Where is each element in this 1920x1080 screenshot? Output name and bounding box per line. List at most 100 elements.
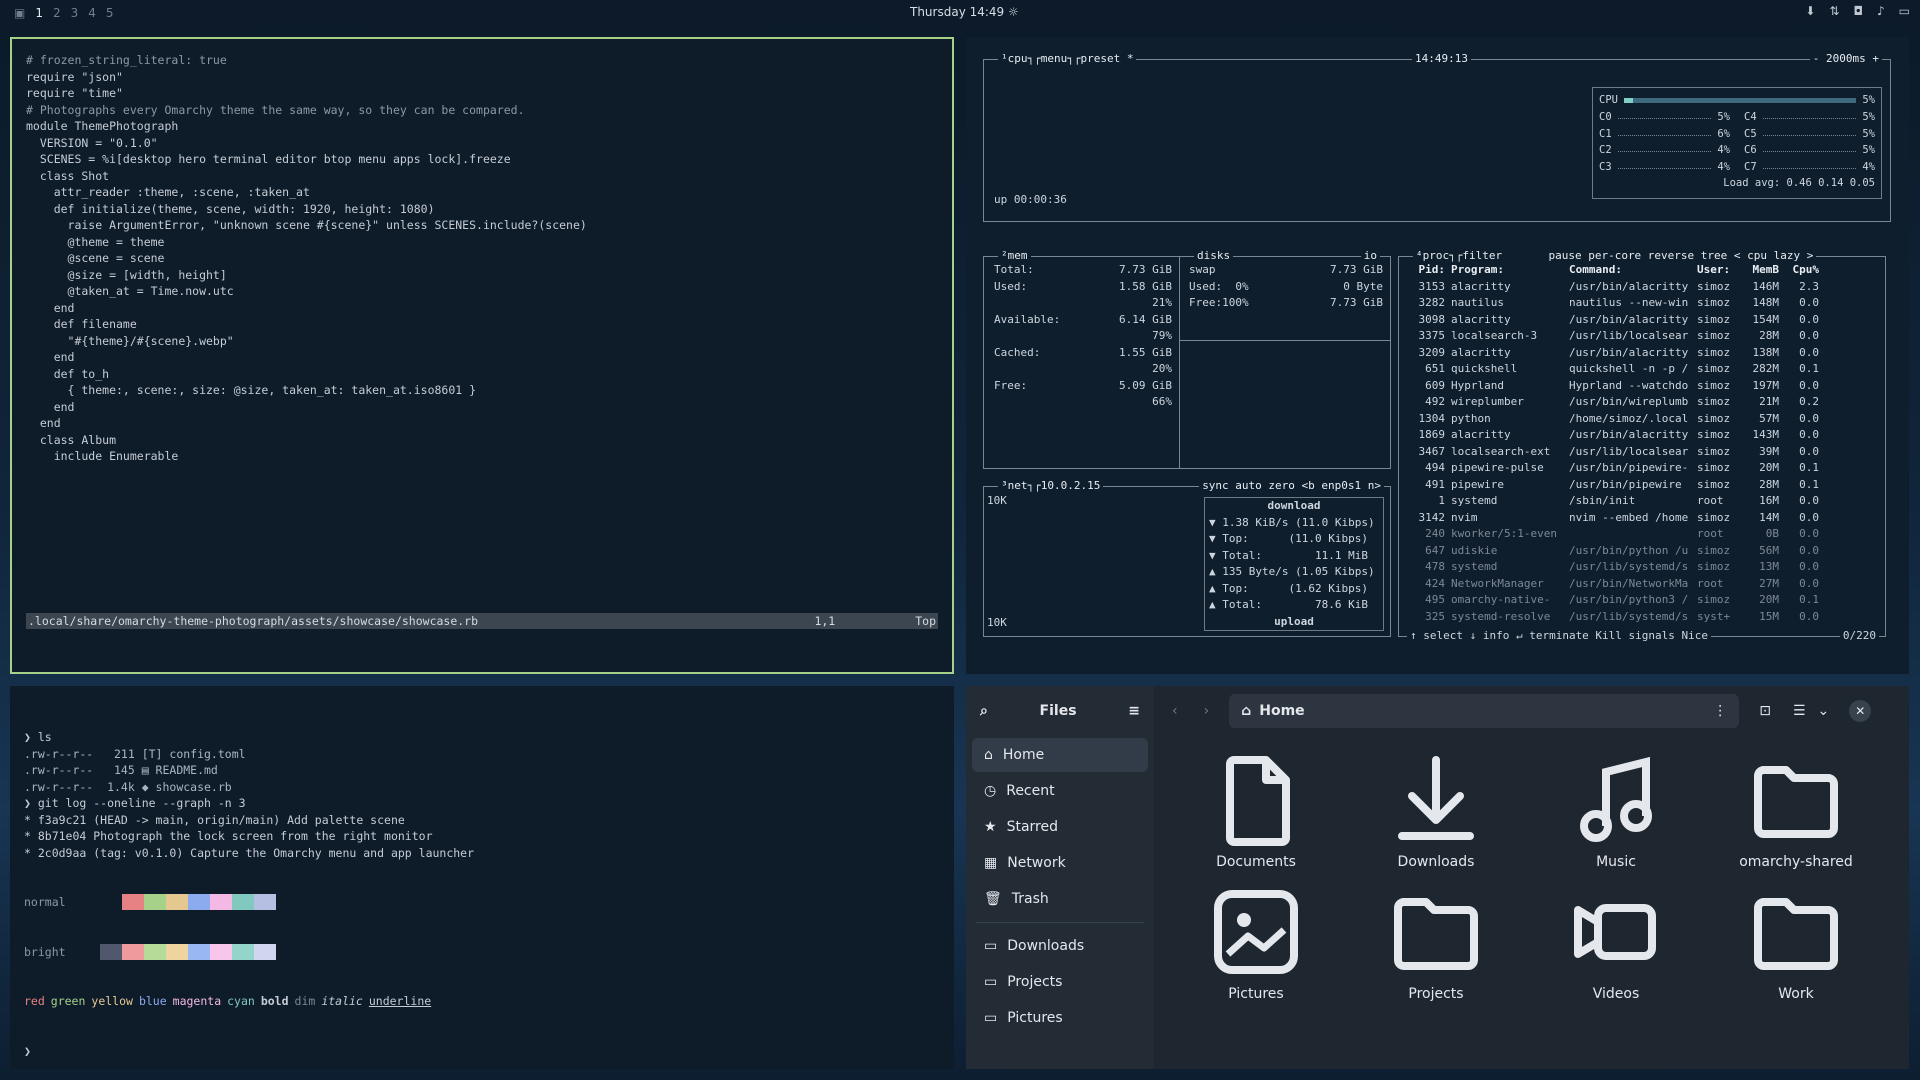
net-options[interactable]: sync auto zero <b enp0s1 n> bbox=[1199, 478, 1384, 495]
star-icon: ★ bbox=[984, 819, 997, 835]
clock[interactable]: Thursday 14:49 ☼ bbox=[910, 5, 1019, 19]
net-row: upload bbox=[1274, 614, 1314, 628]
file-item-label: Projects bbox=[1408, 986, 1464, 1002]
terminal-window[interactable]: ❯ ls .rw-r--r-- 211 [T] config.toml .rw-r-… bbox=[10, 686, 954, 1069]
core-usage: 6% bbox=[1717, 127, 1730, 140]
sidebar-item-trash[interactable]: 🗑 Trash bbox=[972, 882, 1148, 916]
file-item-videos[interactable]: Videos bbox=[1526, 882, 1706, 1002]
proc-cell: 28M bbox=[1759, 329, 1779, 342]
proc-row[interactable]: 609 Hyprland Hyprland --watchdo simoz 197M 0.… bbox=[1405, 378, 1875, 395]
palette-swatch bbox=[232, 894, 254, 910]
proc-col-header[interactable]: Cpu% bbox=[1779, 262, 1820, 279]
forward-icon[interactable]: › bbox=[1204, 703, 1210, 719]
sidebar-item-starred[interactable]: ★ Starred bbox=[972, 810, 1148, 844]
proc-row[interactable]: 1 systemd/sbin/init root 16M 0.0 bbox=[1405, 493, 1875, 510]
files-window[interactable]: ⌕ Files ≡ ⌂ Home ◷ Recent ★ Starred ▦ Network 🗑 T… bbox=[966, 686, 1909, 1069]
proc-cell bbox=[1563, 526, 1691, 543]
proc-row[interactable]: 3142 nvim nvim --embed /home simoz 14M 0.0 bbox=[1405, 510, 1875, 527]
file-item-pictures[interactable]: Pictures bbox=[1166, 882, 1346, 1002]
network-icon[interactable]: ⇅ bbox=[1829, 4, 1839, 18]
proc-row[interactable]: 1304 python/home/simoz/.local simoz 57M 0.0 bbox=[1405, 411, 1875, 428]
file-item-label: Work bbox=[1778, 986, 1814, 1002]
file-item-music[interactable]: Music bbox=[1526, 750, 1706, 870]
editor-window[interactable]: # frozen_string_literal: true require "js… bbox=[10, 37, 954, 674]
proc-row[interactable]: 3153 alacritty/usr/bin/alacritty simoz 146M… bbox=[1405, 279, 1875, 296]
update-rate[interactable]: - 2000ms + bbox=[1809, 51, 1882, 68]
sidebar-item-home[interactable]: ⌂ Home bbox=[972, 738, 1148, 772]
sidebar-item-label: Pictures bbox=[1007, 1010, 1063, 1026]
folder-icon bbox=[1746, 882, 1846, 986]
sidebar-bookmark-downloads[interactable]: ▭ Downloads bbox=[972, 929, 1148, 963]
list-view-icon[interactable]: ☰ bbox=[1793, 703, 1806, 719]
hamburger-menu-icon[interactable]: ≡ bbox=[1128, 703, 1140, 719]
proc-count: 0/220 bbox=[1839, 627, 1879, 644]
close-icon[interactable]: ✕ bbox=[1849, 700, 1872, 722]
proc-footer[interactable]: ↑ select ↓ info ↵ terminate Kill signals… bbox=[1407, 627, 1712, 644]
proc-row[interactable]: 3467 localsearch-ext/usr/lib/localsear sim… bbox=[1405, 444, 1875, 461]
sidebar-bookmark-pictures[interactable]: ▭ Pictures bbox=[972, 1001, 1148, 1035]
sidebar-bookmark-projects[interactable]: ▭ Projects bbox=[972, 965, 1148, 999]
proc-col-header[interactable]: Program: bbox=[1445, 262, 1563, 279]
proc-row[interactable]: 651 quickshell quickshell -n -p / simoz 282M… bbox=[1405, 361, 1875, 378]
workspace-1[interactable]: 1 bbox=[35, 6, 43, 20]
proc-col-header[interactable]: User: bbox=[1691, 262, 1735, 279]
proc-cell: 20M bbox=[1759, 461, 1779, 474]
proc-row[interactable]: 491 pipewire/usr/bin/pipewire simoz 28M 0.1 bbox=[1405, 477, 1875, 494]
workspace-4[interactable]: 4 bbox=[88, 6, 96, 20]
proc-col-header[interactable]: Command: bbox=[1563, 262, 1691, 279]
proc-col-header[interactable]: MemB bbox=[1735, 262, 1780, 279]
proc-row[interactable]: 492 wireplumber/usr/bin/wireplumb simoz 21M… bbox=[1405, 394, 1875, 411]
code-line: module ThemePhotograph bbox=[26, 119, 179, 133]
proc-row[interactable]: 3282 nautilus nautilus --new-win simoz 148M 0… bbox=[1405, 295, 1875, 312]
shell-line: * 8b71e04 Photograph the lock screen fro… bbox=[24, 829, 433, 843]
proc-row[interactable]: 1869 alacritty/usr/bin/alacritty simoz 143M… bbox=[1405, 427, 1875, 444]
code-line: VERSION = "0.1.0" bbox=[26, 135, 158, 150]
swap-row: swap 7.73 GiB bbox=[1189, 262, 1383, 279]
workspace-3[interactable]: 3 bbox=[71, 6, 79, 20]
volume-icon[interactable]: ♪ bbox=[1877, 4, 1885, 18]
update-icon[interactable]: ⬇ bbox=[1805, 4, 1815, 18]
code-buffer[interactable]: # frozen_string_literal: true require "js… bbox=[12, 39, 952, 465]
file-item-omarchy-shared[interactable]: omarchy-shared bbox=[1706, 750, 1886, 870]
proc-row[interactable]: 3098 alacritty/usr/bin/alacritty simoz 154M… bbox=[1405, 312, 1875, 329]
file-item-projects[interactable]: Projects bbox=[1346, 882, 1526, 1002]
proc-cell: nautilus bbox=[1451, 296, 1504, 309]
back-icon[interactable]: ‹ bbox=[1172, 703, 1178, 719]
proc-row[interactable]: 240 kworker/5:1-even root 0B 0.0 bbox=[1405, 526, 1875, 543]
proc-row[interactable]: 3375 localsearch-3/usr/lib/localsear simoz… bbox=[1405, 328, 1875, 345]
new-folder-icon[interactable]: ⊡ bbox=[1759, 703, 1771, 719]
file-item-documents[interactable]: Documents bbox=[1166, 750, 1346, 870]
proc-row[interactable]: 424 NetworkManager/usr/bin/NetworkMa root 2… bbox=[1405, 576, 1875, 593]
core-name: C6 bbox=[1744, 144, 1757, 156]
omarchy-logo-icon[interactable]: ▣ bbox=[14, 6, 25, 20]
proc-row[interactable]: 3209 alacritty/usr/bin/alacritty simoz 138M… bbox=[1405, 345, 1875, 362]
proc-row[interactable]: 495 omarchy-native- /usr/bin/python3 / simo… bbox=[1405, 592, 1875, 609]
battery-icon[interactable]: ▭ bbox=[1899, 4, 1910, 18]
proc-cell: 16M bbox=[1759, 494, 1779, 507]
bluetooth-icon[interactable]: ◘ bbox=[1853, 4, 1863, 18]
chevron-down-icon[interactable]: ⌄ bbox=[1818, 703, 1830, 719]
proc-row[interactable]: 494 pipewire-pulse/usr/bin/pipewire-simoz… bbox=[1405, 460, 1875, 477]
more-options-icon[interactable]: ⋮ bbox=[1713, 703, 1727, 719]
sidebar-item-recent[interactable]: ◷ Recent bbox=[972, 774, 1148, 808]
weather-icon: ☼ bbox=[1008, 5, 1019, 19]
workspace-5[interactable]: 5 bbox=[106, 6, 114, 20]
proc-col-header[interactable]: Pid: bbox=[1405, 262, 1446, 279]
file-item-work[interactable]: Work bbox=[1706, 882, 1886, 1002]
proc-row[interactable]: 478 systemd/usr/lib/systemd/s simoz 13M 0.0 bbox=[1405, 559, 1875, 576]
file-item-downloads[interactable]: Downloads bbox=[1346, 750, 1526, 870]
btop-window[interactable]: ¹cpu┐┌menu┐┌preset * 14:49:13 - 2000ms +… bbox=[966, 37, 1909, 674]
cpu-title[interactable]: ¹cpu┐┌menu┐┌preset * bbox=[998, 51, 1137, 68]
sidebar-item-label: Projects bbox=[1007, 974, 1063, 990]
workspace-2[interactable]: 2 bbox=[53, 6, 61, 20]
proc-row[interactable]: 647 udiskie/usr/bin/python /u simoz 56M 0.0 bbox=[1405, 543, 1875, 560]
proc-cell: root bbox=[1697, 576, 1724, 590]
mem-value: 1.55 GiB bbox=[1119, 345, 1172, 359]
code-line: { theme:, scene:, size: @size, taken_at:… bbox=[26, 383, 477, 397]
proc-cell: 3153 bbox=[1418, 279, 1446, 293]
shell-prompt[interactable]: ❯ bbox=[24, 1043, 940, 1060]
sidebar-item-network[interactable]: ▦ Network bbox=[972, 846, 1148, 880]
proc-row[interactable]: 325 systemd-resolve/usr/lib/systemd/s syst… bbox=[1405, 609, 1875, 626]
location-bar[interactable]: ⌂ Home ⋮ bbox=[1229, 694, 1740, 728]
search-icon[interactable]: ⌕ bbox=[980, 703, 988, 719]
